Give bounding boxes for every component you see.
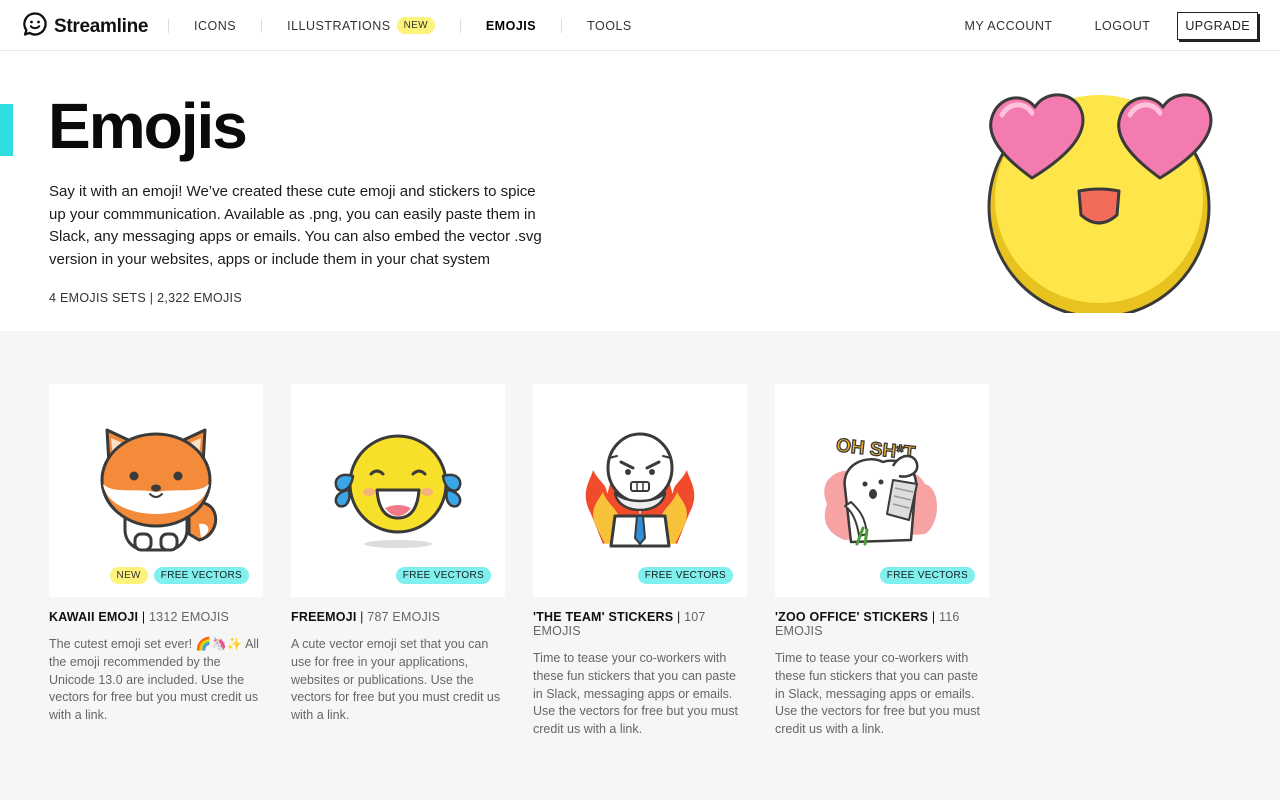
account-nav: MY ACCOUNT LOGOUT UPGRADE: [943, 0, 1280, 51]
card-title[interactable]: KAWAII EMOJI | 1312 EMOJIS: [49, 610, 263, 624]
page-title: Emojis: [48, 90, 248, 162]
emoji-set-card[interactable]: OH SH*T FREE VECTORS 'ZOO OFFICE' STICKE…: [775, 384, 989, 739]
kawaii-emoji-thumbnail[interactable]: NEW FREE VECTORS: [49, 384, 263, 597]
card-badges: NEW FREE VECTORS: [109, 567, 249, 584]
zoo-office-stickers-thumbnail[interactable]: OH SH*T FREE VECTORS: [775, 384, 989, 597]
emoji-set-card[interactable]: FREE VECTORS FREEMOJI | 787 EMOJIS A cut…: [291, 384, 505, 739]
nav-illustrations[interactable]: ILLUSTRATIONS NEW: [262, 17, 460, 34]
angry-boss-sticker-illustration: [585, 432, 695, 548]
heart-eyes-emoji-illustration: [980, 83, 1220, 319]
card-description: A cute vector emoji set that you can use…: [291, 637, 501, 723]
upgrade-button[interactable]: UPGRADE: [1177, 11, 1258, 40]
card-set-name: FREEMOJI: [291, 610, 357, 624]
streamline-logo-icon: [22, 11, 48, 42]
emoji-set-card[interactable]: NEW FREE VECTORS KAWAII EMOJI | 1312 EMO…: [49, 384, 263, 739]
nav-tools[interactable]: TOOLS: [562, 19, 657, 33]
nav-emojis[interactable]: EMOJIS: [461, 19, 561, 33]
card-badges: FREE VECTORS: [395, 567, 491, 584]
top-navbar: Streamline ICONS ILLUSTRATIONS NEW EMOJI…: [0, 0, 1280, 51]
new-badge: NEW: [109, 567, 148, 584]
card-title[interactable]: FREEMOJI | 787 EMOJIS: [291, 610, 505, 624]
logout-link[interactable]: LOGOUT: [1074, 19, 1172, 33]
card-title[interactable]: 'THE TEAM' STICKERS | 107 EMOJIS: [533, 610, 747, 638]
emoji-sets-grid: NEW FREE VECTORS KAWAII EMOJI | 1312 EMO…: [49, 384, 989, 739]
card-description: The cutest emoji set ever! 🌈🦄✨ All the e…: [49, 637, 259, 723]
main-nav: ICONS ILLUSTRATIONS NEW EMOJIS TOOLS: [168, 0, 657, 51]
card-count: 787 EMOJIS: [367, 610, 441, 624]
emoji-stats: 4 EMOJIS SETS | 2,322 EMOJIS: [49, 291, 242, 305]
logo-link[interactable]: Streamline: [22, 11, 148, 42]
card-badges: FREE VECTORS: [637, 567, 733, 584]
free-vectors-badge: FREE VECTORS: [879, 567, 975, 584]
fox-emoji-illustration: [100, 428, 217, 552]
new-badge: NEW: [396, 17, 435, 34]
hero-description: Say it with an emoji! We’ve created thes…: [49, 183, 542, 268]
free-vectors-badge: FREE VECTORS: [395, 567, 491, 584]
logo-text: Streamline: [54, 15, 149, 37]
free-vectors-badge: FREE VECTORS: [637, 567, 733, 584]
free-vectors-badge: FREE VECTORS: [153, 567, 249, 584]
card-set-name: 'THE TEAM' STICKERS: [533, 610, 674, 624]
crying-laughing-emoji-illustration: [334, 434, 462, 548]
card-description: Time to tease your co-workers with these…: [533, 651, 738, 737]
the-team-stickers-thumbnail[interactable]: FREE VECTORS: [533, 384, 747, 597]
nav-icons[interactable]: ICONS: [169, 19, 261, 33]
card-count: 1312 EMOJIS: [149, 610, 230, 624]
card-title[interactable]: 'ZOO OFFICE' STICKERS | 116 EMOJIS: [775, 610, 989, 638]
card-badges: FREE VECTORS: [879, 567, 975, 584]
card-set-name: KAWAII EMOJI: [49, 610, 139, 624]
oh-sh-t-bunny-sticker-illustration: OH SH*T: [824, 435, 937, 546]
accent-bar: [0, 104, 13, 156]
nav-illustrations-label: ILLUSTRATIONS: [287, 18, 391, 33]
emoji-set-card[interactable]: FREE VECTORS 'THE TEAM' STICKERS | 107 E…: [533, 384, 747, 739]
my-account-link[interactable]: MY ACCOUNT: [943, 19, 1073, 33]
card-set-name: 'ZOO OFFICE' STICKERS: [775, 610, 929, 624]
card-description: Time to tease your co-workers with these…: [775, 651, 980, 737]
freemoji-thumbnail[interactable]: FREE VECTORS: [291, 384, 505, 597]
hero-section: Emojis Say it with an emoji! We’ve creat…: [0, 51, 1280, 331]
